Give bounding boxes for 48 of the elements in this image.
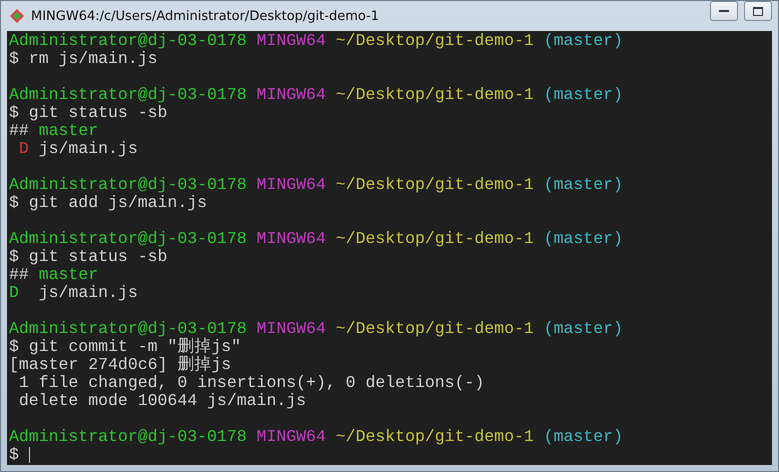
minimize-button[interactable] <box>710 1 738 21</box>
terminal-text: $ git status -sb <box>9 104 168 122</box>
terminal-text: (master) <box>542 320 623 338</box>
terminal-text: master <box>38 122 98 140</box>
terminal-text: $ <box>9 446 19 464</box>
terminal-text: (master) <box>542 230 623 248</box>
terminal-text: Administrator@dj-03-0178 <box>9 176 247 194</box>
terminal-text: Administrator@dj-03-0178 <box>9 86 247 104</box>
terminal-text: MINGW64 <box>256 428 326 446</box>
terminal-text: $ rm js/main.js <box>9 50 158 68</box>
terminal-text: ## <box>9 122 30 140</box>
terminal-text: ~/Desktop/git-demo-1 <box>334 230 534 248</box>
terminal-text: MINGW64 <box>256 320 326 338</box>
terminal-text: ~/Desktop/git-demo-1 <box>334 86 534 104</box>
terminal-text: $ git status -sb <box>9 248 168 266</box>
terminal-text: MINGW64 <box>256 230 326 248</box>
terminal-text: Administrator@dj-03-0178 <box>9 428 247 446</box>
terminal-text: master <box>38 266 98 284</box>
terminal-text: $ git add js/main.js <box>9 194 208 212</box>
terminal-text: MINGW64 <box>256 86 326 104</box>
terminal-text: (master) <box>542 176 623 194</box>
terminal-text: ## <box>9 266 30 284</box>
minimize-icon <box>719 9 729 13</box>
terminal-text: (master) <box>542 428 623 446</box>
terminal-text: Administrator@dj-03-0178 <box>9 230 247 248</box>
terminal-text: 1 file changed, 0 insertions(+), 0 deletions(-) <box>18 374 484 392</box>
terminal-text: D <box>18 140 29 158</box>
terminal-text: [master 274d0c6] 删掉js <box>9 356 232 374</box>
terminal-text: js/main.js <box>38 284 138 302</box>
terminal-text: ~/Desktop/git-demo-1 <box>334 428 534 446</box>
terminal-text: Administrator@dj-03-0178 <box>9 320 247 338</box>
terminal-text: Administrator@dj-03-0178 <box>9 32 247 50</box>
text-cursor <box>28 447 30 463</box>
terminal-text: MINGW64 <box>256 32 326 50</box>
terminal-text: MINGW64 <box>256 176 326 194</box>
window-title: MINGW64:/c/Users/Administrator/Desktop/git-demo-1 <box>31 8 380 24</box>
maximize-button[interactable] <box>744 1 772 21</box>
terminal-text: (master) <box>542 86 623 104</box>
maximize-icon <box>753 6 763 16</box>
terminal-text: D <box>9 284 19 302</box>
terminal-text: ~/Desktop/git-demo-1 <box>334 176 534 194</box>
app-icon <box>9 8 25 24</box>
terminal-text: js/main.js <box>38 140 138 158</box>
terminal-text: ~/Desktop/git-demo-1 <box>334 320 534 338</box>
terminal-text: ~/Desktop/git-demo-1 <box>334 32 534 50</box>
terminal-text: (master) <box>542 32 623 50</box>
terminal-text: $ git commit -m "删掉js" <box>9 338 242 356</box>
terminal-text: delete mode 100644 js/main.js <box>18 392 306 410</box>
